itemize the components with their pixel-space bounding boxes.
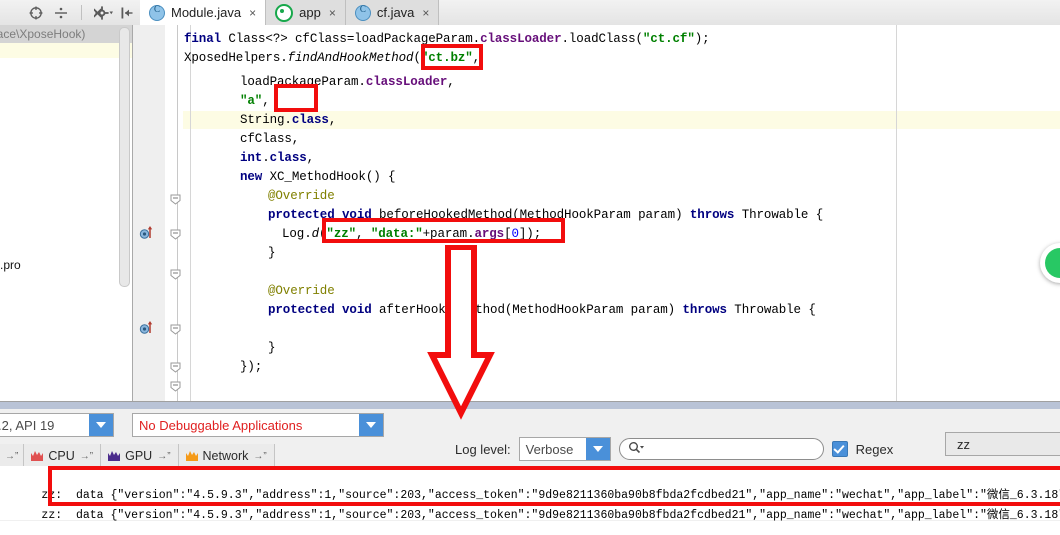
- monitor-collapse-button[interactable]: →”: [0, 444, 25, 468]
- code-fold-icon[interactable]: [170, 194, 181, 205]
- toolbar-icon-group: [28, 0, 135, 25]
- code-line: int.class,: [240, 151, 315, 165]
- code-fold-icon[interactable]: [170, 362, 181, 373]
- code-fold-icon[interactable]: [170, 324, 181, 335]
- editor-gutter[interactable]: [133, 25, 166, 401]
- code-line: cfClass,: [240, 132, 300, 146]
- toolbar-divider: [81, 5, 82, 20]
- tab-app[interactable]: app ×: [266, 0, 346, 25]
- annotation-box-a-param: [274, 84, 318, 112]
- monitor-tab-cpu[interactable]: CPU →”: [24, 444, 102, 468]
- code-line: });: [240, 360, 263, 374]
- pin-icon[interactable]: →”: [157, 451, 170, 462]
- code-editor[interactable]: final Class<?> cfClass=loadPackageParam.…: [133, 25, 1060, 401]
- search-icon: [628, 441, 644, 458]
- target-icon[interactable]: [28, 5, 44, 21]
- override-marker-icon[interactable]: [139, 320, 153, 334]
- code-line: new XC_MethodHook() {: [240, 170, 396, 184]
- tab-close-icon[interactable]: ×: [249, 6, 256, 20]
- project-panel[interactable]: space\XposeHook) s.pro: [0, 25, 133, 401]
- java-class-icon: [354, 4, 371, 21]
- monitor-tab-network[interactable]: Network →”: [178, 444, 275, 468]
- android-app-icon: [275, 3, 294, 22]
- editor-code-text[interactable]: final Class<?> cfClass=loadPackageParam.…: [184, 25, 1060, 401]
- app-selector-value: No Debuggable Applications: [139, 417, 303, 433]
- annotation-box-ct-bz: [421, 44, 483, 70]
- code-line: "a",: [240, 94, 270, 108]
- code-fold-icon[interactable]: [170, 229, 181, 240]
- ide-window: Module.java × app × cf.java × space\Xpos…: [0, 0, 1060, 522]
- monitor-tab-label: CPU: [48, 449, 75, 463]
- project-selected-row[interactable]: [0, 43, 132, 58]
- divide-icon[interactable]: [53, 5, 69, 21]
- code-line: @Override: [268, 284, 335, 298]
- logcat-filter-value: zz: [957, 436, 970, 452]
- gpu-chart-icon: [108, 450, 121, 462]
- logcat-message: {"version":"4.5.9.3","address":1,"source…: [110, 509, 1060, 522]
- device-selector-value: oid 4.4.2, API 19: [0, 417, 55, 433]
- annotation-box-logcat: [48, 466, 1060, 506]
- network-chart-icon: [185, 450, 198, 462]
- pin-icon[interactable]: →”: [253, 451, 266, 462]
- device-selector[interactable]: oid 4.4.2, API 19: [0, 413, 114, 437]
- code-line: loadPackageParam.classLoader,: [240, 75, 455, 89]
- fold-guide-line: [177, 25, 178, 401]
- project-panel-header: space\XposeHook): [0, 25, 132, 43]
- tab-label: cf.java: [376, 5, 415, 20]
- logcat-field: data: [75, 509, 104, 522]
- code-line: String.class,: [240, 113, 337, 127]
- tab-label: app: [299, 5, 321, 20]
- regex-label: Regex: [855, 441, 894, 457]
- logcat-tag: zz:: [41, 509, 63, 522]
- logcat-filter-field[interactable]: zz: [945, 432, 1060, 456]
- editor-fold-column[interactable]: [165, 25, 183, 401]
- monitor-tab-label: GPU: [125, 449, 153, 463]
- monitor-tab-row: →” CPU →” GPU →” Network →”: [0, 444, 275, 468]
- annotation-box-log-statement: [322, 218, 565, 243]
- code-line: @Override: [268, 189, 335, 203]
- override-marker-icon[interactable]: [139, 225, 153, 239]
- monitor-tab-gpu[interactable]: GPU →”: [101, 444, 179, 468]
- code-fold-icon[interactable]: [170, 269, 181, 280]
- project-scrollbar[interactable]: [119, 27, 130, 287]
- java-class-icon: [149, 4, 165, 21]
- logcat-search-input[interactable]: [618, 438, 824, 460]
- editor-tab-strip: Module.java × app × cf.java ×: [140, 0, 440, 25]
- project-path-text: space\XposeHook): [0, 27, 86, 41]
- chevron-down-icon[interactable]: [89, 414, 113, 436]
- code-fold-icon[interactable]: [170, 381, 181, 392]
- tab-module-java[interactable]: Module.java ×: [140, 0, 267, 25]
- top-toolbar: Module.java × app × cf.java ×: [0, 0, 1060, 26]
- project-file-entry[interactable]: s.pro: [0, 258, 21, 272]
- tab-close-icon[interactable]: ×: [329, 6, 336, 20]
- tab-close-icon[interactable]: ×: [422, 6, 429, 20]
- down-arrow-annotation: [427, 245, 495, 420]
- app-selector[interactable]: No Debuggable Applications: [132, 413, 384, 437]
- monitor-tab-label: Network: [202, 449, 249, 463]
- code-line: }: [268, 246, 276, 260]
- tab-label: Module.java: [171, 5, 242, 20]
- settings-gear-icon[interactable]: [94, 5, 113, 21]
- collapse-left-icon[interactable]: [119, 5, 135, 21]
- pin-icon: →”: [5, 450, 19, 462]
- chevron-down-icon[interactable]: [359, 414, 383, 436]
- pin-icon[interactable]: →”: [80, 451, 93, 462]
- cpu-chart-icon: [31, 450, 44, 462]
- search-field[interactable]: [643, 441, 815, 457]
- chevron-down-icon[interactable]: [585, 438, 610, 460]
- tab-cf-java[interactable]: cf.java ×: [345, 0, 440, 25]
- code-line: }: [268, 341, 276, 355]
- regex-checkbox[interactable]: [831, 441, 848, 457]
